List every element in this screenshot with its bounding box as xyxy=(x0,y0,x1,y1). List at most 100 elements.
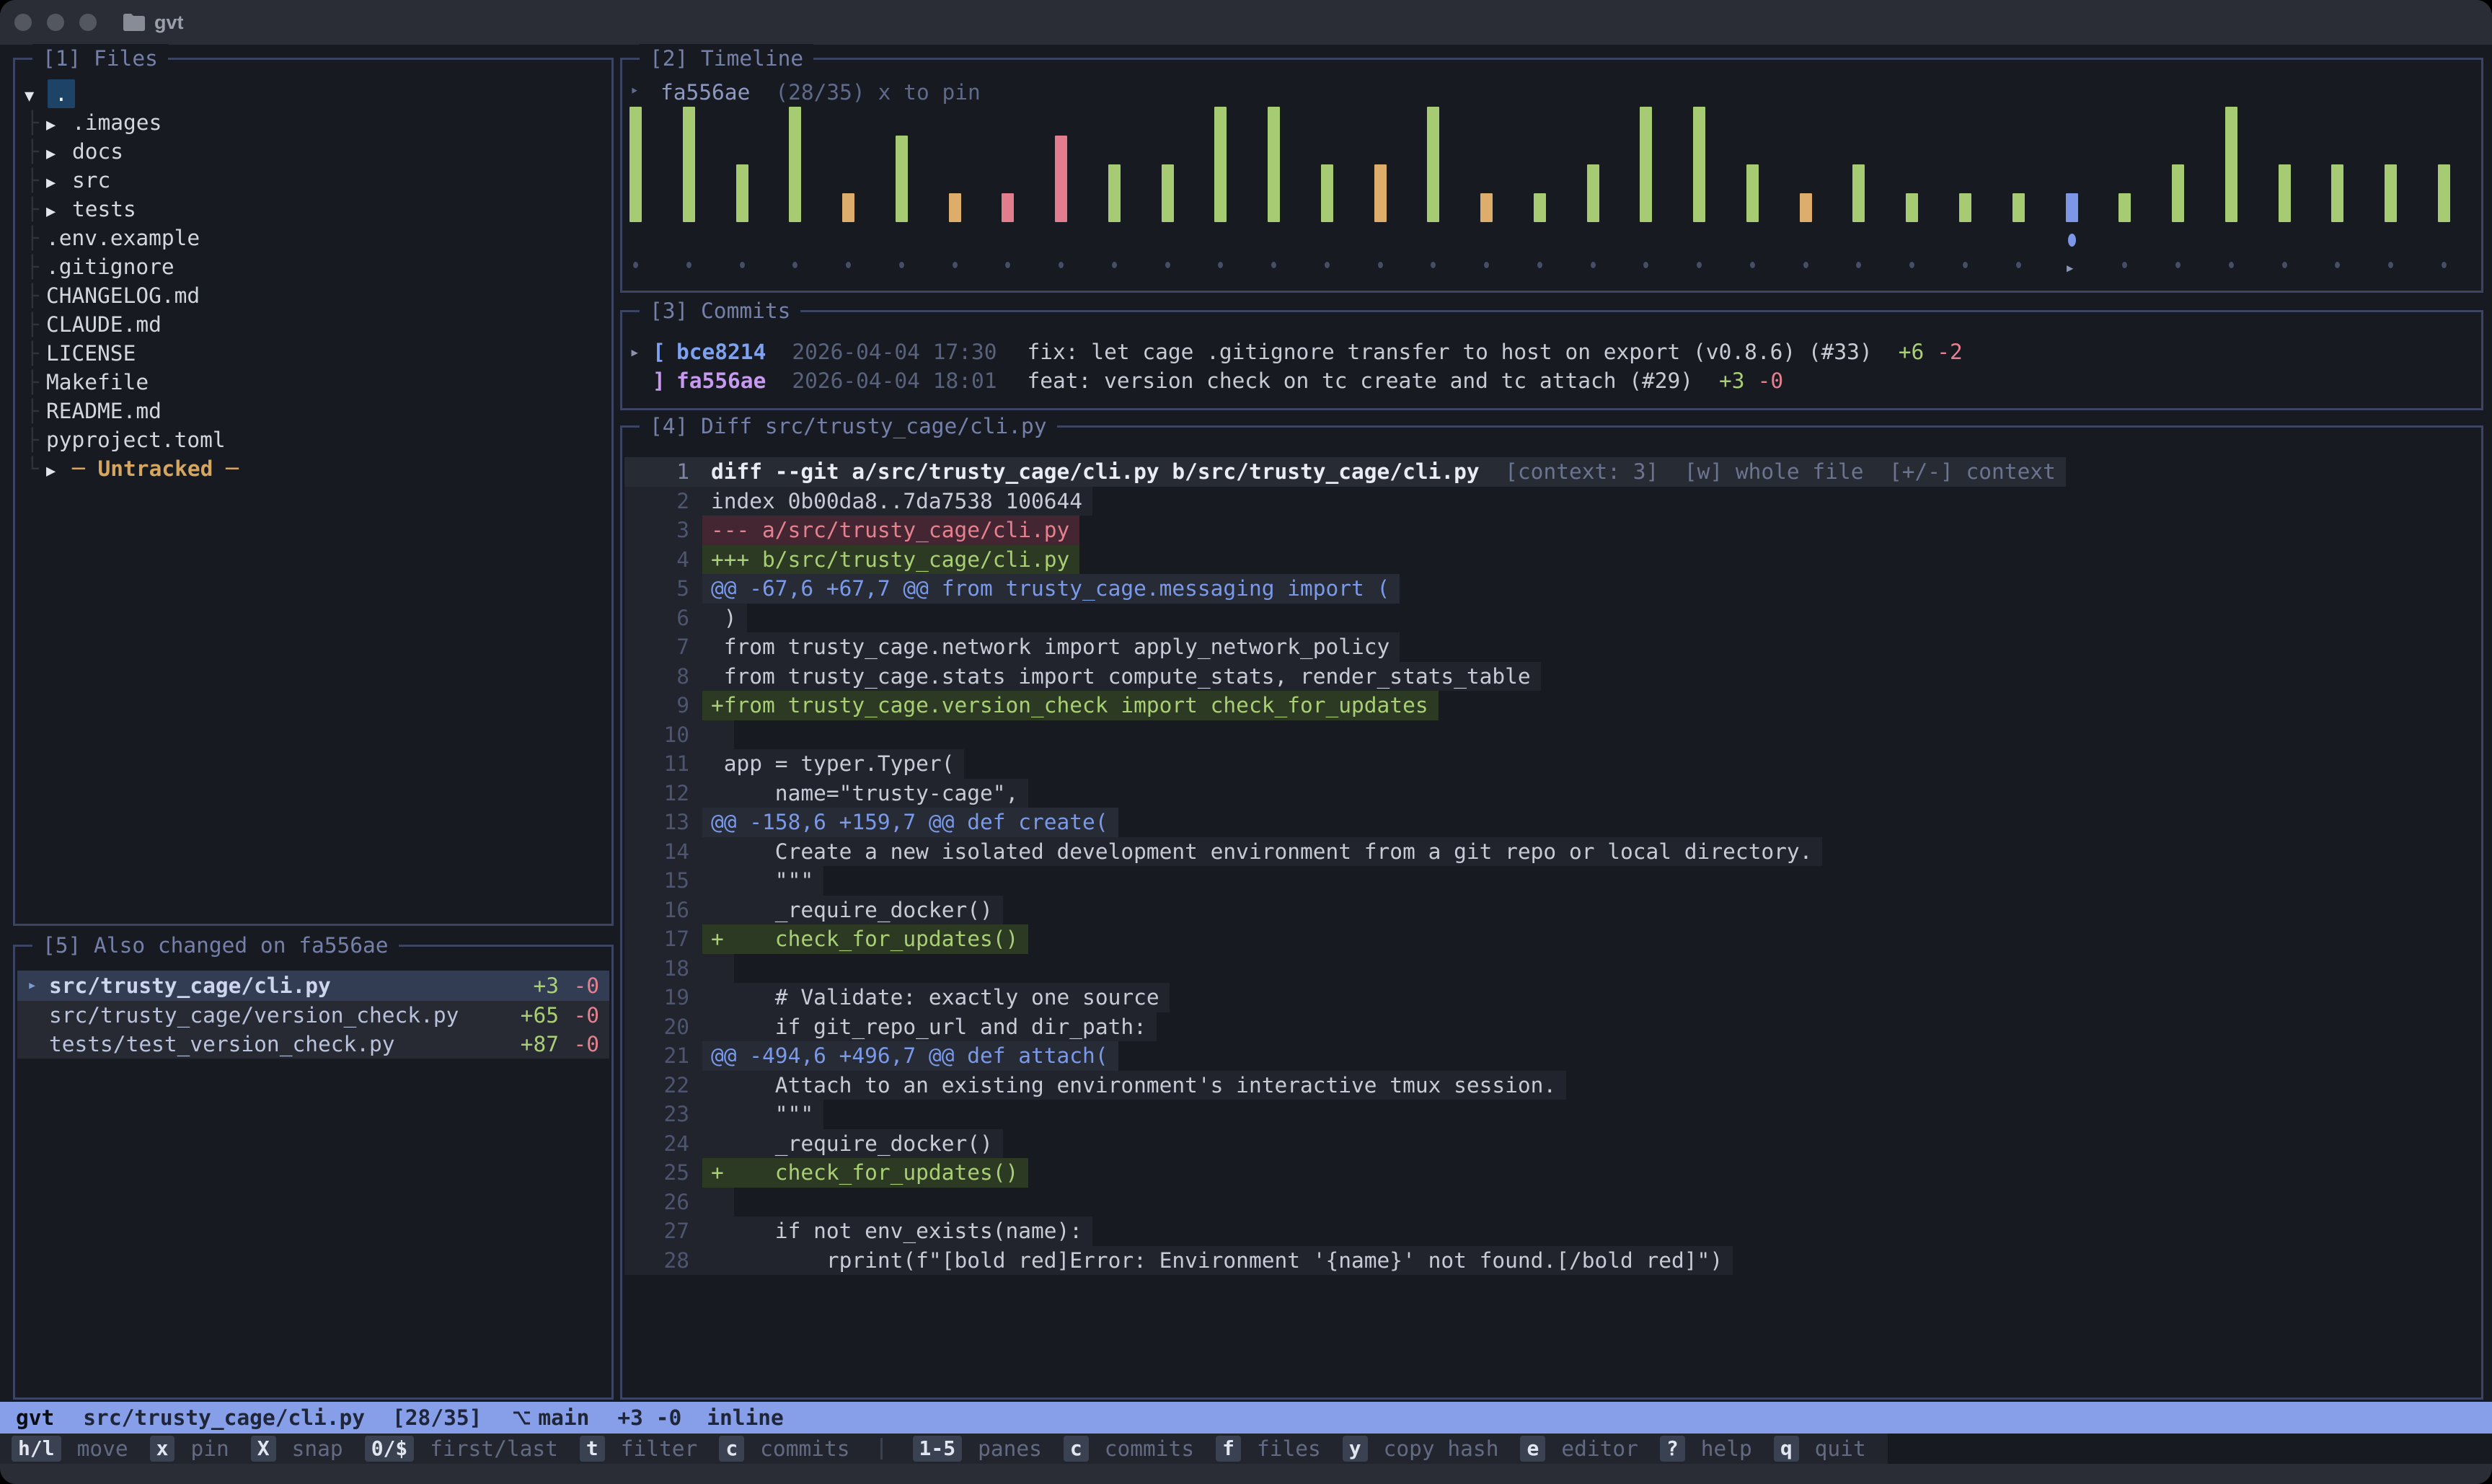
file-tree-file-LICENSE[interactable]: ├LICENSE xyxy=(17,339,609,368)
diff-line[interactable]: 28 rprint(f"[bold red]Error: Environment… xyxy=(624,1246,2479,1276)
timeline-bar[interactable] xyxy=(683,107,695,222)
commit-row[interactable]: ▸[bce82142026-04-04 17:30fix: let cage .… xyxy=(624,337,2479,366)
timeline-bar[interactable] xyxy=(1640,107,1652,222)
timeline-bar[interactable] xyxy=(1321,164,1333,222)
diff-line[interactable]: 15 """ xyxy=(624,866,2479,896)
timeline-tick-dot xyxy=(1112,262,1117,268)
timeline-bar-selected[interactable] xyxy=(2066,193,2078,222)
timeline-bar[interactable] xyxy=(896,136,908,222)
diff-line[interactable]: 16 _require_docker() xyxy=(624,896,2479,925)
timeline-bar[interactable] xyxy=(736,164,748,222)
diff-line[interactable]: 8 from trusty_cage.stats import compute_… xyxy=(624,662,2479,692)
timeline-bar[interactable] xyxy=(1427,107,1439,222)
also-changed-row[interactable]: tests/test_version_check.py+87-0 xyxy=(17,1030,609,1059)
diff-line-text: @@ -158,6 +159,7 @@ def create( xyxy=(702,808,1118,837)
timeline-bar[interactable] xyxy=(1906,193,1918,222)
file-tree-root-item[interactable]: ▼. xyxy=(17,79,609,108)
diff-line[interactable]: 9+from trusty_cage.version_check import … xyxy=(624,691,2479,720)
diff-line[interactable]: 7 from trusty_cage.network import apply_… xyxy=(624,632,2479,662)
timeline-bar[interactable] xyxy=(2279,164,2291,222)
diff-line[interactable]: 1diff --git a/src/trusty_cage/cli.py b/s… xyxy=(624,457,2479,487)
diff-line[interactable]: 4+++ b/src/trusty_cage/cli.py xyxy=(624,545,2479,575)
timeline-bar[interactable] xyxy=(1268,107,1280,222)
timeline-bar[interactable] xyxy=(1959,193,1971,222)
file-tree-file-CLAUDE.md[interactable]: ├CLAUDE.md xyxy=(17,310,609,339)
file-tree-file-.env.example[interactable]: ├.env.example xyxy=(17,224,609,252)
diff-line[interactable]: 21@@ -494,6 +496,7 @@ def attach( xyxy=(624,1041,2479,1071)
also-changed-row[interactable]: ▸src/trusty_cage/cli.py+3-0 xyxy=(17,971,609,1001)
timeline-bar[interactable] xyxy=(1693,107,1705,222)
zoom-window-button[interactable] xyxy=(79,14,97,31)
dir-name: src xyxy=(72,168,110,193)
timeline-bar[interactable] xyxy=(1587,164,1599,222)
timeline-bar[interactable] xyxy=(2331,164,2343,222)
timeline-tick-dot xyxy=(1856,262,1861,268)
timeline-bar[interactable] xyxy=(1214,107,1227,222)
diff-line[interactable]: 13@@ -158,6 +159,7 @@ def create( xyxy=(624,808,2479,837)
timeline-bar[interactable] xyxy=(842,193,854,222)
diff-line[interactable]: 5@@ -67,6 +67,7 @@ from trusty_cage.mess… xyxy=(624,574,2479,604)
file-tree-file-.gitignore[interactable]: ├.gitignore xyxy=(17,252,609,281)
timeline-bar[interactable] xyxy=(1800,193,1812,222)
file-tree-dir-src[interactable]: ├▶src xyxy=(17,166,609,195)
timeline-bar[interactable] xyxy=(1002,193,1014,222)
file-tree-dir-docs[interactable]: ├▶docs xyxy=(17,137,609,166)
timeline-bar[interactable] xyxy=(1534,193,1546,222)
diff-line[interactable]: 12 name="trusty-cage", xyxy=(624,779,2479,808)
diff-line[interactable]: 24 _require_docker() xyxy=(624,1129,2479,1159)
file-tree-dir-.images[interactable]: ├▶.images xyxy=(17,108,609,137)
diff-line[interactable]: 20 if git_repo_url and dir_path: xyxy=(624,1012,2479,1042)
help-key: c xyxy=(1064,1436,1089,1462)
timeline-bar[interactable] xyxy=(2118,193,2131,222)
diff-line[interactable]: 10 xyxy=(624,720,2479,750)
file-additions: +3 xyxy=(518,971,559,1000)
timeline-bar[interactable] xyxy=(1055,136,1067,222)
help-label: help xyxy=(1701,1436,1752,1461)
timeline-bar[interactable] xyxy=(1108,164,1121,222)
timeline-bar[interactable] xyxy=(2172,164,2184,222)
diff-line[interactable]: 6 ) xyxy=(624,604,2479,633)
diff-line[interactable]: 19 # Validate: exactly one source xyxy=(624,983,2479,1012)
file-tree-file-Makefile[interactable]: ├Makefile xyxy=(17,368,609,397)
file-tree-file-pyproject.toml[interactable]: ├pyproject.toml xyxy=(17,425,609,454)
timeline-bar[interactable] xyxy=(2385,164,2397,222)
help-item-first-last: 0/$first/last xyxy=(365,1436,558,1462)
file-tree-dir-tests[interactable]: ├▶tests xyxy=(17,195,609,224)
file-tree-file-CHANGELOG.md[interactable]: ├CHANGELOG.md xyxy=(17,281,609,310)
also-changed-row[interactable]: src/trusty_cage/version_check.py+65-0 xyxy=(17,1001,609,1030)
diff-line[interactable]: 11 app = typer.Typer( xyxy=(624,749,2479,779)
timeline-bar[interactable] xyxy=(949,193,961,222)
timeline-bar[interactable] xyxy=(2438,164,2450,222)
timeline-bar[interactable] xyxy=(1746,164,1759,222)
timeline-bar[interactable] xyxy=(2225,107,2237,222)
timeline-bar[interactable] xyxy=(1374,164,1387,222)
diff-line-number: 22 xyxy=(624,1071,702,1100)
file-tree-untracked-section[interactable]: └▶─ Untracked ─ xyxy=(17,454,609,483)
timeline-bar[interactable] xyxy=(1162,164,1174,222)
diff-line[interactable]: 23 """ xyxy=(624,1100,2479,1129)
diff-line[interactable]: 22 Attach to an existing environment's i… xyxy=(624,1071,2479,1100)
timeline-bar[interactable] xyxy=(1852,164,1865,222)
timeline-tick-dot xyxy=(1271,262,1276,268)
diff-line[interactable]: 14 Create a new isolated development env… xyxy=(624,837,2479,867)
triangle-marker-icon: ‣ xyxy=(629,78,648,107)
diff-line[interactable]: 3--- a/src/trusty_cage/cli.py xyxy=(624,516,2479,545)
diff-line[interactable]: 2index 0b00da8..7da7538 100644 xyxy=(624,487,2479,516)
minimize-window-button[interactable] xyxy=(47,14,64,31)
diff-line[interactable]: 25+ check_for_updates() xyxy=(624,1158,2479,1188)
diff-line-text: from trusty_cage.stats import compute_st… xyxy=(702,662,1541,692)
close-window-button[interactable] xyxy=(14,14,32,31)
commit-row[interactable]: ]fa556ae2026-04-04 18:01feat: version ch… xyxy=(624,366,2479,395)
diff-line[interactable]: 18 xyxy=(624,954,2479,984)
timeline-bar[interactable] xyxy=(2012,193,2025,222)
timeline-bar[interactable] xyxy=(629,107,642,222)
diff-line-number: 14 xyxy=(624,837,702,867)
timeline-bar[interactable] xyxy=(789,107,801,222)
diff-line-text: + check_for_updates() xyxy=(702,924,1028,954)
file-tree-file-README.md[interactable]: ├README.md xyxy=(17,397,609,425)
diff-line[interactable]: 27 if not env_exists(name): xyxy=(624,1216,2479,1246)
status-diff-stats: +3 -0 xyxy=(617,1405,681,1430)
diff-line[interactable]: 17+ check_for_updates() xyxy=(624,924,2479,954)
timeline-bar[interactable] xyxy=(1480,193,1493,222)
diff-line[interactable]: 26 xyxy=(624,1188,2479,1217)
